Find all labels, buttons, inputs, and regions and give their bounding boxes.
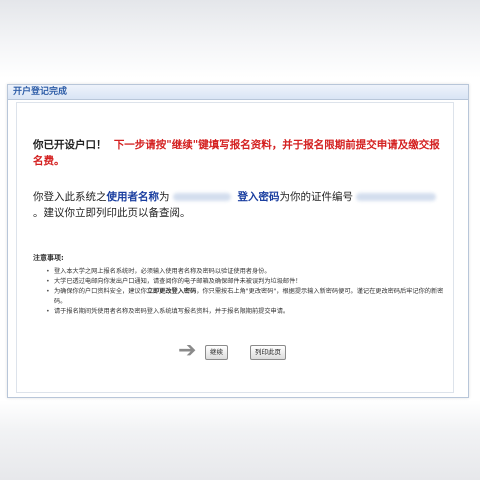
account-created-message: 你已开设户口！ 下一步请按"继续"键填写报名资料，并于报名限期前提交申请及缴交报…	[33, 137, 445, 169]
list-item: 大学已透过电邮向你发出户口通知，请查阅你的电子邮箱及确保邮件未被误判为垃圾邮件！	[46, 277, 446, 287]
notice-title: 注意事项:	[33, 254, 64, 262]
background-bottom	[0, 400, 480, 480]
account-created-text: 你已开设户口！	[33, 139, 107, 151]
print-suggestion-text: 。建议你立即列印此页以备查阅。	[33, 207, 191, 219]
list-item-emphasis: 立即更改登入密码	[146, 288, 197, 295]
list-item-text: 为确保你的户口资料安全，建议你	[54, 288, 147, 295]
list-item: 登入本大学之网上报名系统时，必须输入使用者名称及密码以验证使用者身份。	[46, 267, 446, 277]
background-top	[0, 0, 480, 78]
notice-list: 登入本大学之网上报名系统时，必须输入使用者名称及密码以验证使用者身份。 大学已透…	[46, 267, 446, 317]
redacted-id-number	[356, 193, 437, 201]
username-label: 使用者名称	[106, 191, 160, 203]
print-page-button[interactable]: 列印此页	[250, 345, 286, 360]
registration-complete-panel: 开户登记完成 你已开设户口！ 下一步请按"继续"键填写报名资料，并于报名限期前提…	[7, 84, 469, 398]
right-arrow-icon: ➔	[178, 338, 197, 363]
panel-title: 开户登记完成	[8, 85, 468, 100]
login-info-message: 你登入此系统之使用者名称为 登入密码为你的证件编号 。建议你立即列印此页以备查阅…	[33, 189, 445, 221]
login-info-text-2: 为	[159, 191, 170, 203]
continue-button[interactable]: 继续	[205, 345, 228, 360]
login-info-text: 你登入此系统之	[33, 191, 107, 203]
redacted-username	[172, 193, 231, 201]
list-item: 为确保你的户口资料安全，建议你立即更改登入密码，你只需按右上角"更改密码"，根据…	[46, 287, 446, 307]
password-label: 登入密码	[237, 191, 280, 203]
login-info-text-3: 为你的证件编号	[279, 191, 354, 203]
list-item: 请于报名期间凭使用者名称及密码登入系统填写报名资料，并于报名限期前提交申请。	[46, 307, 446, 317]
